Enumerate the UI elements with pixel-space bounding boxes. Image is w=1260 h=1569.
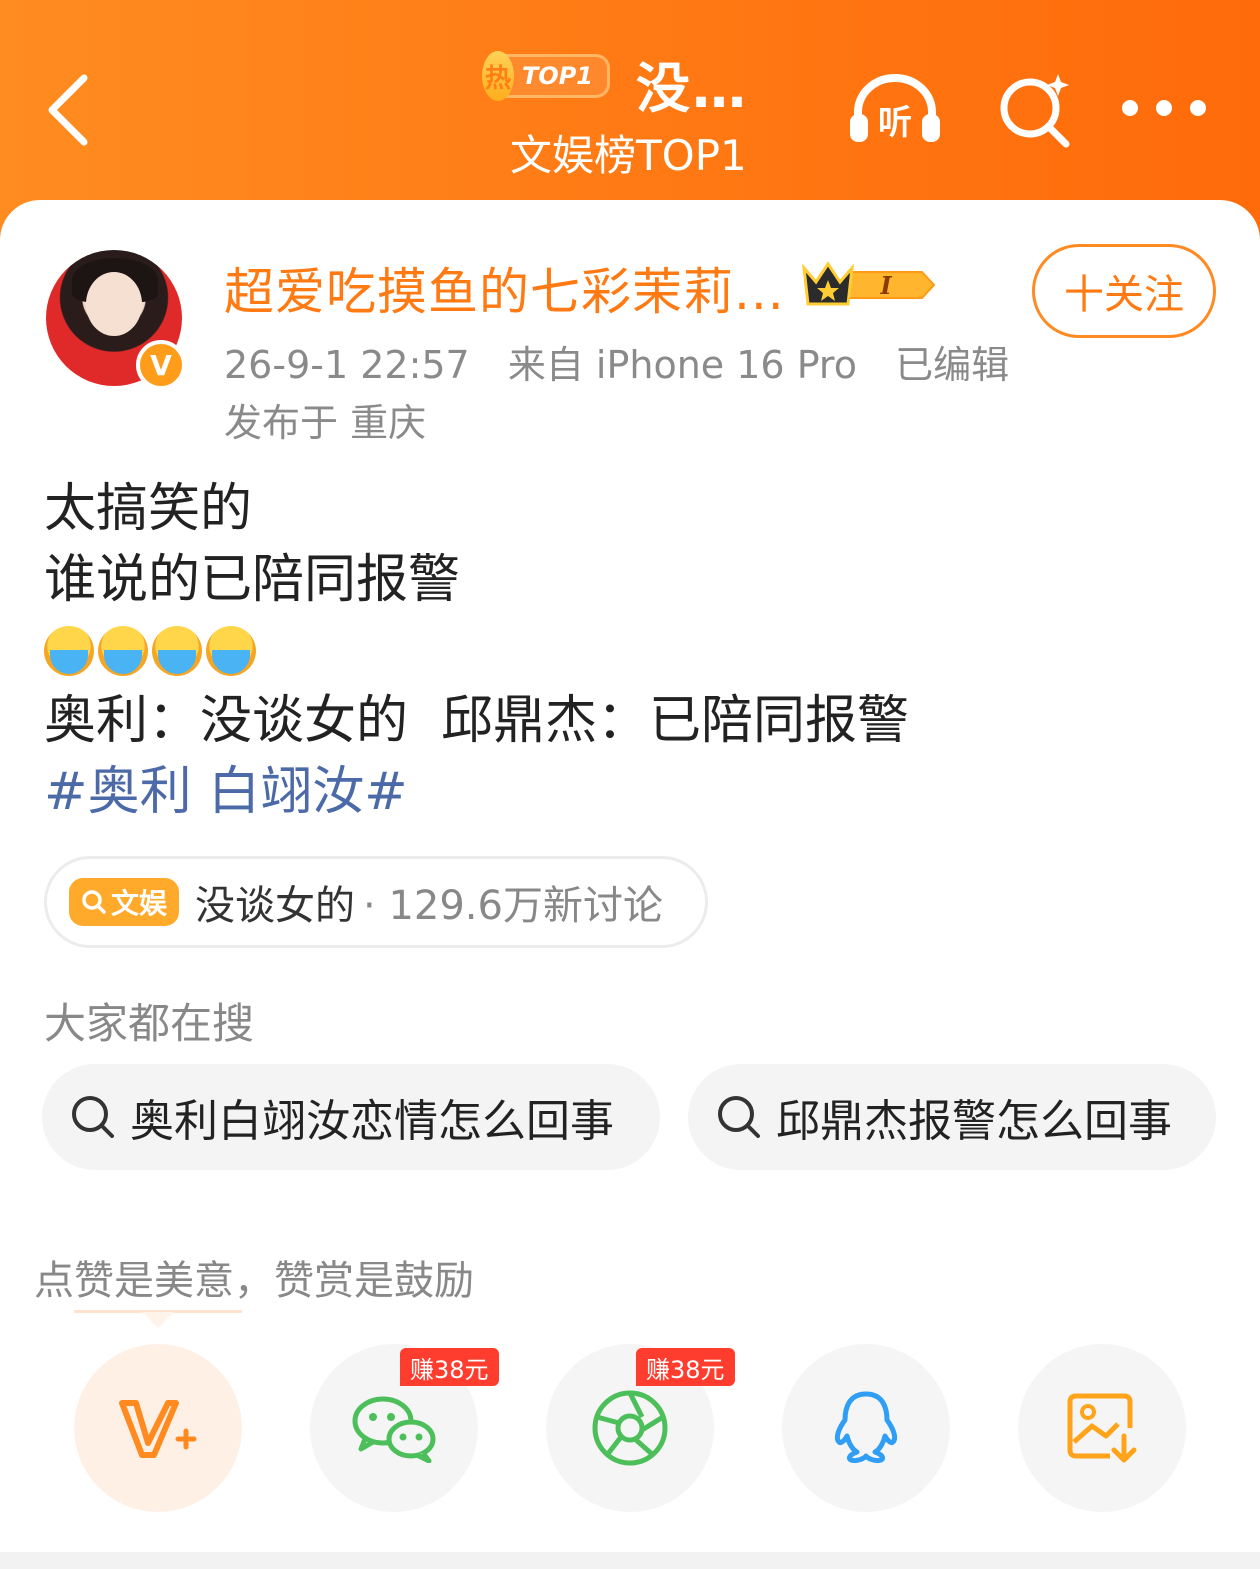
- earn-badge: 赚38元: [636, 1348, 735, 1386]
- top-rank-tag: TOP1: [503, 54, 610, 98]
- qq-icon: [834, 1391, 898, 1463]
- laugh-cry-emoji-icon: [98, 626, 148, 676]
- search-suggestion[interactable]: 邱鼎杰报警怎么回事: [688, 1064, 1216, 1170]
- save-image-icon: [1067, 1393, 1137, 1463]
- avatar-face: [86, 272, 142, 336]
- more-dot-icon: [1122, 100, 1138, 116]
- search-sparkle-icon: [1000, 74, 1070, 148]
- headphones-icon: 听: [850, 74, 940, 143]
- post-content: 太搞笑的 谁说的已陪同报警 奥利：没谈女的 邱鼎杰：已陪同报警 #奥利 白翊汝#: [44, 474, 1214, 828]
- laugh-cry-emoji-icon: [206, 626, 256, 676]
- post-source: 来自 iPhone 16 Pro: [507, 343, 857, 387]
- bottom-divider: [0, 1552, 1260, 1569]
- search-icon: [718, 1096, 760, 1138]
- post-line: 奥利：没谈女的 邱鼎杰：已陪同报警: [44, 691, 910, 751]
- reward-prompt: 点赞是美意，赞赏是鼓励: [34, 1258, 474, 1304]
- back-button[interactable]: [40, 70, 100, 150]
- hot-rank-badge[interactable]: 热 TOP1: [482, 50, 610, 102]
- more-dot-icon: [1156, 100, 1172, 116]
- listen-button[interactable]: 听: [846, 72, 944, 144]
- share-qq-button[interactable]: [782, 1344, 950, 1512]
- search-icon: [72, 1096, 114, 1138]
- search-icon: [82, 890, 106, 914]
- username[interactable]: 超爱吃摸鱼的七彩茉莉...: [224, 252, 785, 324]
- topic-text: 没谈女的: [195, 883, 356, 929]
- hot-flame-icon: 热: [482, 51, 514, 101]
- topic-chip[interactable]: 文娱 没谈女的 · 129.6万新讨论: [44, 856, 708, 948]
- edited-label[interactable]: 已编辑: [895, 343, 1009, 387]
- level-label: I: [879, 271, 892, 300]
- wechat-icon: [352, 1396, 436, 1463]
- topic-tag: 文娱: [69, 878, 180, 926]
- vplus-reward-button[interactable]: [74, 1344, 242, 1512]
- search-button[interactable]: [996, 70, 1074, 148]
- save-image-button[interactable]: [1018, 1344, 1186, 1512]
- search-suggestion[interactable]: 奥利白翊汝恋情怎么回事: [42, 1064, 660, 1170]
- post-line: 谁说的已陪同报警: [44, 550, 461, 610]
- listen-label: 听: [878, 103, 912, 143]
- rank-subtitle[interactable]: 文娱榜TOP1: [510, 122, 747, 183]
- reward-caret: [142, 1312, 174, 1328]
- vplus-icon: [119, 1400, 197, 1458]
- emoji-row: [44, 616, 1214, 686]
- back-arrow-icon: [48, 74, 88, 146]
- search-suggestion-text: 奥利白翊汝恋情怎么回事: [130, 1096, 614, 1147]
- verified-badge-icon: V: [136, 340, 186, 390]
- follow-button[interactable]: 十关注: [1032, 244, 1216, 338]
- laugh-cry-emoji-icon: [44, 626, 94, 676]
- earn-badge: 赚38元: [400, 1348, 499, 1386]
- member-crown-badge[interactable]: I: [800, 260, 936, 310]
- topic-count: · 129.6万新讨论: [363, 883, 663, 929]
- topic-tag-label: 文娱: [111, 887, 168, 920]
- post-meta: 26-9-1 22:57 来自 iPhone 16 Pro 已编辑: [224, 334, 1035, 389]
- search-suggestion-text: 邱鼎杰报警怎么回事: [776, 1096, 1172, 1147]
- post-time: 26-9-1 22:57: [224, 343, 470, 387]
- hashtag-link[interactable]: #奥利 白翊汝#: [44, 757, 1214, 828]
- post-location: 发布于 重庆: [224, 401, 427, 445]
- laugh-cry-emoji-icon: [152, 626, 202, 676]
- trending-searches-label: 大家都在搜: [44, 999, 255, 1048]
- post-line: 太搞笑的: [44, 479, 253, 539]
- page-title: 没…: [636, 57, 748, 120]
- crown-level-icon: I: [801, 261, 936, 306]
- moments-icon: [592, 1390, 668, 1466]
- more-dot-icon: [1190, 100, 1206, 116]
- post-card: V 超爱吃摸鱼的七彩茉莉... I 十关注 26-9-1 22:57 来自 iP…: [0, 200, 1260, 1569]
- more-button[interactable]: [1122, 92, 1206, 124]
